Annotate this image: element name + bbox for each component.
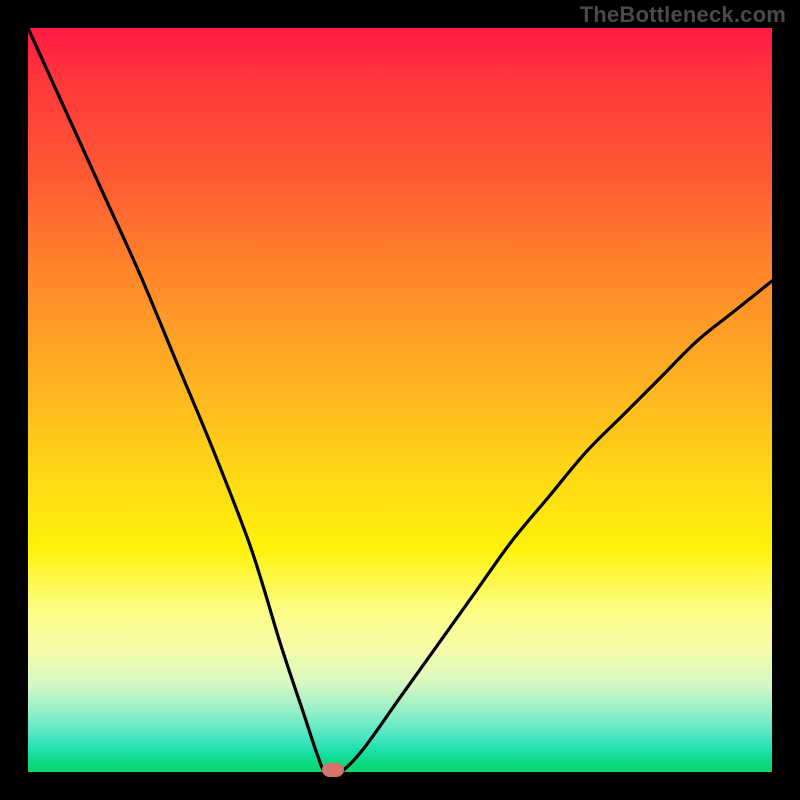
optimum-marker [322,763,344,777]
watermark-text: TheBottleneck.com [580,2,786,28]
plot-area [28,28,772,772]
chart-frame: TheBottleneck.com [0,0,800,800]
bottleneck-curve [28,28,772,772]
